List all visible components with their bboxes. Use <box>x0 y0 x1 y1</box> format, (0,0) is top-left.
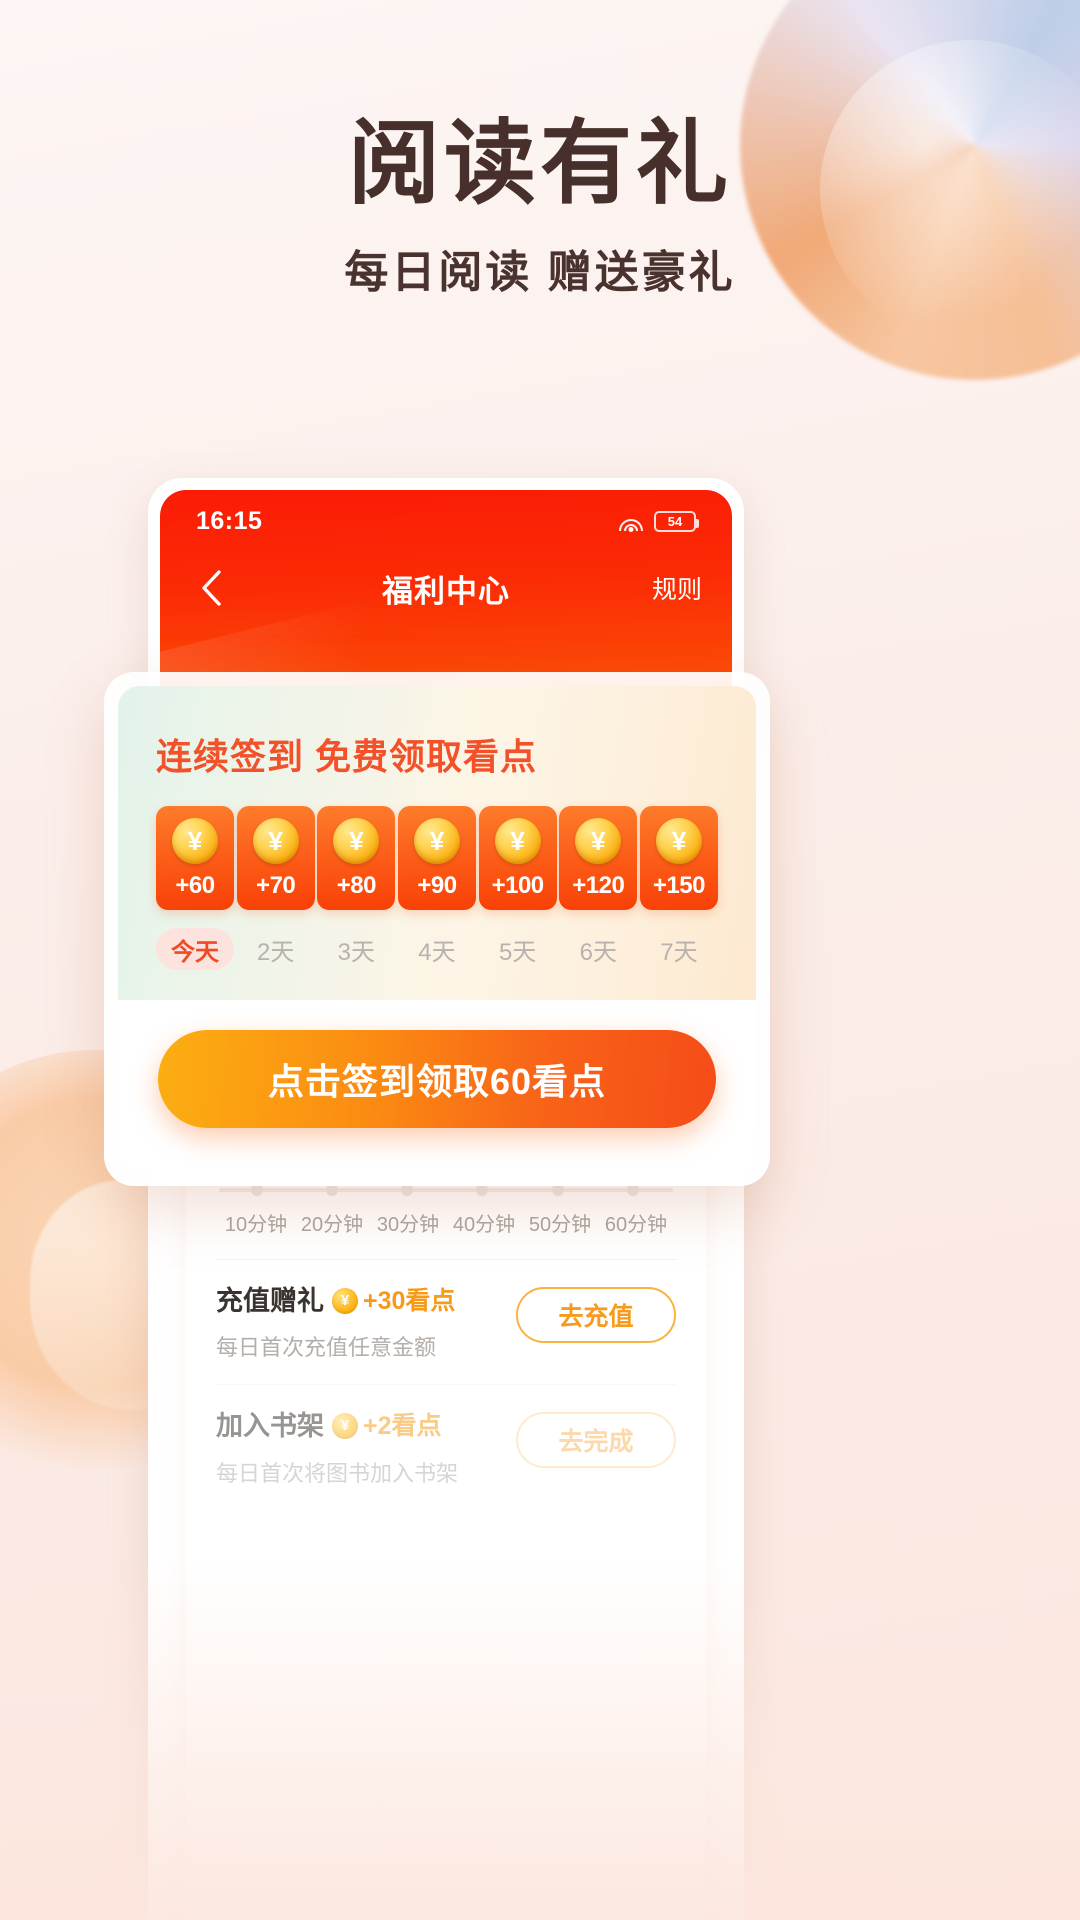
signin-cta-button[interactable]: 点击签到领取60看点 <box>158 1030 716 1128</box>
battery-icon: 54 <box>654 510 699 532</box>
progress-label: 30分钟 <box>376 1213 440 1236</box>
coin-icon: ¥ <box>332 1287 358 1314</box>
status-icons: 54 <box>618 510 699 532</box>
coin-value: +150 <box>652 872 706 899</box>
signin-day-labels: 今天 2天 3天 4天 5天 6天 7天 <box>156 928 718 970</box>
task-reward-text: +30看点 <box>363 1286 456 1315</box>
progress-label: 10分钟 <box>224 1213 288 1236</box>
task-info: 加入书架 ¥ +2看点 每日首次将图书加入书架 <box>216 1410 498 1487</box>
page-subtitle: 每日阅读 赠送豪礼 <box>344 247 736 297</box>
signin-popup-inner: 连续签到 免费领取看点 ¥ +60 ¥ +70 ¥ +80 ¥ +90 ¥ +1… <box>118 686 756 1172</box>
signin-day-card[interactable]: ¥ +60 <box>156 806 234 910</box>
signin-day-label: 4天 <box>418 938 456 966</box>
chevron-left-icon <box>202 570 221 606</box>
status-time: 16:15 <box>196 506 263 535</box>
coin-icon: ¥ <box>494 818 541 864</box>
signin-day-card[interactable]: ¥ +80 <box>317 806 396 910</box>
back-button[interactable] <box>190 567 232 609</box>
progress-label: 50分钟 <box>528 1213 592 1236</box>
status-bar: 16:15 54 <box>160 490 732 552</box>
coin-icon: ¥ <box>413 818 460 864</box>
signin-popup: 连续签到 免费领取看点 ¥ +60 ¥ +70 ¥ +80 ¥ +90 ¥ +1… <box>104 672 770 1186</box>
task-reward-text: +2看点 <box>363 1412 442 1441</box>
signin-day-label: 7天 <box>660 938 698 966</box>
coin-icon: ¥ <box>332 1413 358 1440</box>
navbar-title: 福利中心 <box>382 573 510 609</box>
progress-label: 20分钟 <box>300 1213 364 1236</box>
task-action-button[interactable]: 去充值 <box>516 1286 676 1343</box>
coin-icon: ¥ <box>172 818 218 864</box>
hero-heading-block: 阅读有礼 每日阅读 赠送豪礼 <box>0 113 1080 300</box>
signin-day-label: 5天 <box>498 938 537 966</box>
coin-value: +70 <box>256 872 296 899</box>
signin-coin-cards: ¥ +60 ¥ +70 ¥ +80 ¥ +90 ¥ +100 ¥ +120 ¥ … <box>156 806 718 910</box>
rules-link[interactable]: 规则 <box>652 570 702 606</box>
signin-day-label: 3天 <box>337 938 375 966</box>
signin-title: 连续签到 免费领取看点 <box>156 736 538 777</box>
task-reward: ¥ +30看点 <box>332 1286 455 1316</box>
task-description: 每日首次充值任意金额 <box>216 1335 437 1361</box>
task-row: 加入书架 ¥ +2看点 每日首次将图书加入书架 去完成 <box>186 1384 706 1509</box>
coin-value: +60 <box>175 872 215 899</box>
task-title: 加入书架 <box>216 1411 324 1442</box>
coin-icon: ¥ <box>655 818 702 864</box>
task-title-line: 加入书架 ¥ +2看点 <box>216 1410 498 1442</box>
task-action-button[interactable]: 去完成 <box>516 1412 676 1469</box>
signin-day-card[interactable]: ¥ +120 <box>559 806 638 910</box>
signin-day-label: 今天 <box>156 928 234 970</box>
signin-day-label: 6天 <box>579 938 617 966</box>
signin-day-card[interactable]: ¥ +100 <box>478 806 557 910</box>
task-description: 每日首次将图书加入书架 <box>216 1460 459 1486</box>
coin-value: +90 <box>417 872 457 899</box>
signin-popup-body: 点击签到领取60看点 <box>118 1000 756 1172</box>
progress-label: 60分钟 <box>604 1213 668 1236</box>
signin-day-card[interactable]: ¥ +90 <box>397 806 476 910</box>
task-row: 充值赠礼 ¥ +30看点 每日首次充值任意金额 去充值 <box>186 1258 706 1384</box>
reading-progress-labels: 10分钟 20分钟 30分钟 40分钟 50分钟 60分钟 <box>216 1208 676 1237</box>
coin-value: +120 <box>572 872 625 899</box>
coin-value: +80 <box>336 872 377 899</box>
signin-day-label: 2天 <box>256 938 295 966</box>
task-info: 充值赠礼 ¥ +30看点 每日首次充值任意金额 <box>216 1285 498 1362</box>
wifi-icon <box>618 511 644 532</box>
task-title: 充值赠礼 <box>216 1285 324 1316</box>
progress-bar <box>219 1187 673 1192</box>
signin-popup-header: 连续签到 免费领取看点 ¥ +60 ¥ +70 ¥ +80 ¥ +90 ¥ +1… <box>118 686 756 1000</box>
progress-label: 40分钟 <box>452 1213 516 1236</box>
task-reward: ¥ +2看点 <box>332 1411 442 1441</box>
task-title-line: 充值赠礼 ¥ +30看点 <box>216 1285 498 1317</box>
signin-day-card[interactable]: ¥ +150 <box>639 806 718 910</box>
page-title: 阅读有礼 <box>347 113 732 215</box>
coin-icon: ¥ <box>333 818 380 864</box>
battery-level: 54 <box>667 513 683 529</box>
signin-day-card[interactable]: ¥ +70 <box>236 806 315 910</box>
coin-value: +100 <box>491 872 545 899</box>
app-navbar: 福利中心 规则 <box>160 552 732 624</box>
coin-icon: ¥ <box>575 818 622 864</box>
coin-icon: ¥ <box>252 818 299 864</box>
